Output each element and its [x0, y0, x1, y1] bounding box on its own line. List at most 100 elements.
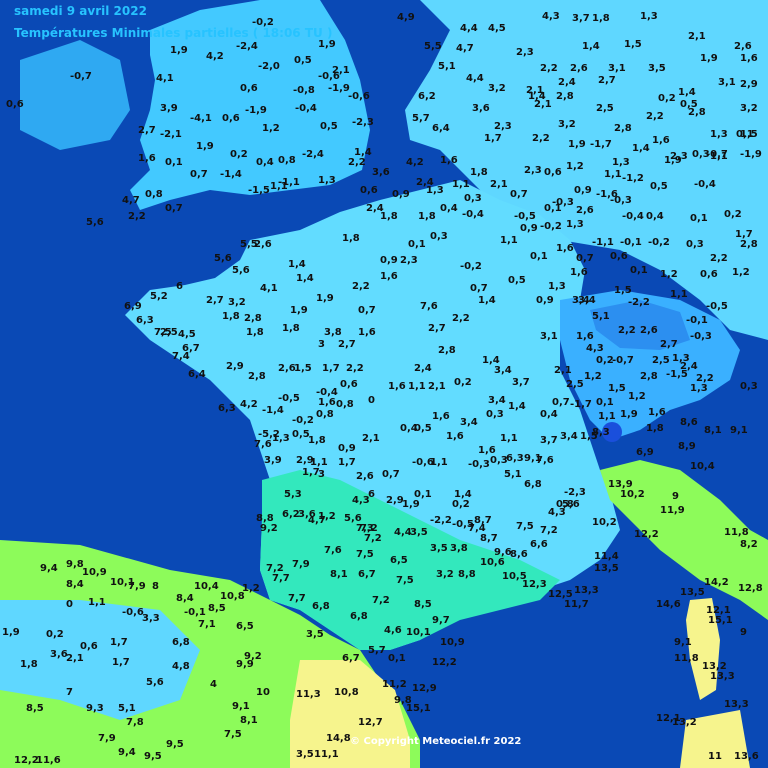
station-temp: 1,1 — [408, 381, 426, 392]
station-temp: 3,9 — [264, 455, 282, 466]
station-temp: -4,1 — [190, 113, 212, 124]
station-temp: 0,7 — [358, 305, 376, 316]
station-temp: 0,8 — [336, 399, 354, 410]
station-temp: -0,8 — [293, 85, 315, 96]
station-temp: 3,5 — [430, 543, 448, 554]
station-temp: 6,5 — [236, 621, 254, 632]
station-temp: 0,1 — [596, 397, 614, 408]
station-temp: -0,4 — [295, 103, 317, 114]
station-temp: 6,9 — [124, 301, 142, 312]
station-temp: 11,7 — [564, 599, 589, 610]
station-temp: 14,8 — [326, 733, 351, 744]
station-temp: 0,1 — [408, 239, 426, 250]
station-temp: 2,1 — [66, 653, 84, 664]
station-temp: 7,7 — [288, 593, 306, 604]
station-temp: 0,9 — [520, 223, 538, 234]
station-temp: 0,9 — [536, 295, 554, 306]
station-temp: 5,1 — [592, 311, 610, 322]
station-temp: 1,1 — [452, 179, 470, 190]
station-temp: 0,4 — [540, 409, 558, 420]
station-temp: 1,8 — [282, 323, 300, 334]
station-temp: 6,7 — [342, 653, 360, 664]
station-temp: 8,4 — [176, 593, 194, 604]
station-temp: 1,7 — [112, 657, 130, 668]
station-temp: 2,2 — [128, 211, 146, 222]
station-temp: 1,6 — [446, 431, 464, 442]
station-temp: 0,1 — [388, 653, 406, 664]
station-temp: 0,8 — [278, 155, 296, 166]
station-temp: 1,2 — [732, 267, 750, 278]
station-temp: 1,8 — [246, 327, 264, 338]
station-temp: 1,7 — [110, 637, 128, 648]
station-temp: 1,1 — [604, 169, 622, 180]
station-temp: -1,9 — [245, 105, 267, 116]
station-temp: 9,4 — [40, 563, 58, 574]
station-temp: 2,1 — [554, 365, 572, 376]
station-temp: 0,1 — [530, 251, 548, 262]
station-temp: 4,4 — [460, 23, 478, 34]
station-temp: 8,5 — [414, 599, 432, 610]
station-temp: 6,3 — [218, 403, 236, 414]
station-temp: 4,7 — [456, 43, 474, 54]
station-temp: 0,7 — [510, 189, 528, 200]
station-temp: 4,8 — [172, 661, 190, 672]
station-temp: 7,1 — [198, 619, 216, 630]
station-temp: 0,6 — [544, 167, 562, 178]
station-temp: 8,8 — [458, 569, 476, 580]
station-temp: 5,6 — [146, 677, 164, 688]
station-temp: -0,2 — [292, 415, 314, 426]
station-temp: 2,6 — [576, 205, 594, 216]
station-temp: 3,4 — [488, 395, 506, 406]
station-temp: 2,9 — [226, 361, 244, 372]
station-temp: 0,7 — [576, 253, 594, 264]
station-temp: 3 — [318, 469, 325, 480]
station-temp: 4 — [210, 679, 217, 690]
station-temp: 6,3 — [136, 315, 154, 326]
station-temp: 4,2 — [406, 157, 424, 168]
station-temp: 10,9 — [440, 637, 465, 648]
station-temp: 2,4 — [414, 363, 432, 374]
station-temp: 0,6 — [340, 379, 358, 390]
station-temp: 8,3 — [592, 427, 610, 438]
station-temp: 3,1 — [718, 77, 736, 88]
station-temp: 2,8 — [740, 239, 758, 250]
station-temp: 2,7 — [428, 323, 446, 334]
station-temp: 10,2 — [592, 517, 617, 528]
station-temp: 7,8 — [126, 717, 144, 728]
station-temp: 10,4 — [194, 581, 219, 592]
station-temp: 11,8 — [674, 653, 699, 664]
station-temp: -0,7 — [70, 71, 92, 82]
station-temp: 1,2 — [660, 269, 678, 280]
station-temp: 1,8 — [470, 167, 488, 178]
station-temp: 0,1 — [630, 265, 648, 276]
station-temp: 1,9 — [402, 499, 420, 510]
station-temp: -0,5 — [514, 211, 536, 222]
station-temp: 1,8 — [592, 13, 610, 24]
station-temp: 11,3 — [296, 689, 321, 700]
station-temp: 0,9 — [380, 255, 398, 266]
station-temp: 3,5 — [296, 749, 314, 760]
station-temp: 2,6 — [734, 41, 752, 52]
station-temp: 2,3 — [524, 165, 542, 176]
station-temp: 1,1 — [88, 597, 106, 608]
station-temp: 0,6 — [222, 113, 240, 124]
station-temp: 7,5 — [396, 575, 414, 586]
station-temp: -0,5 — [278, 393, 300, 404]
station-temp: 4,7 — [122, 195, 140, 206]
station-temp: 3,5 — [648, 63, 666, 74]
station-temp: 13,6 — [734, 751, 759, 762]
station-temp: 2,7 — [660, 339, 678, 350]
station-temp: 3,3 — [142, 613, 160, 624]
station-temp: 5,6 — [232, 265, 250, 276]
station-temp: 5,5 — [424, 41, 442, 52]
station-temp: 5,1 — [438, 61, 456, 72]
station-temp: -0,3 — [468, 459, 490, 470]
station-temp: 2,2 — [540, 63, 558, 74]
station-temp: 2,2 — [710, 253, 728, 264]
station-temp: 7,6 — [536, 455, 554, 466]
station-temp: 2,8 — [248, 371, 266, 382]
station-temp: -2,4 — [236, 41, 258, 52]
station-temp: 2,5 — [652, 355, 670, 366]
station-temp: 0,3 — [686, 239, 704, 250]
station-temp: 7,6 — [420, 301, 438, 312]
